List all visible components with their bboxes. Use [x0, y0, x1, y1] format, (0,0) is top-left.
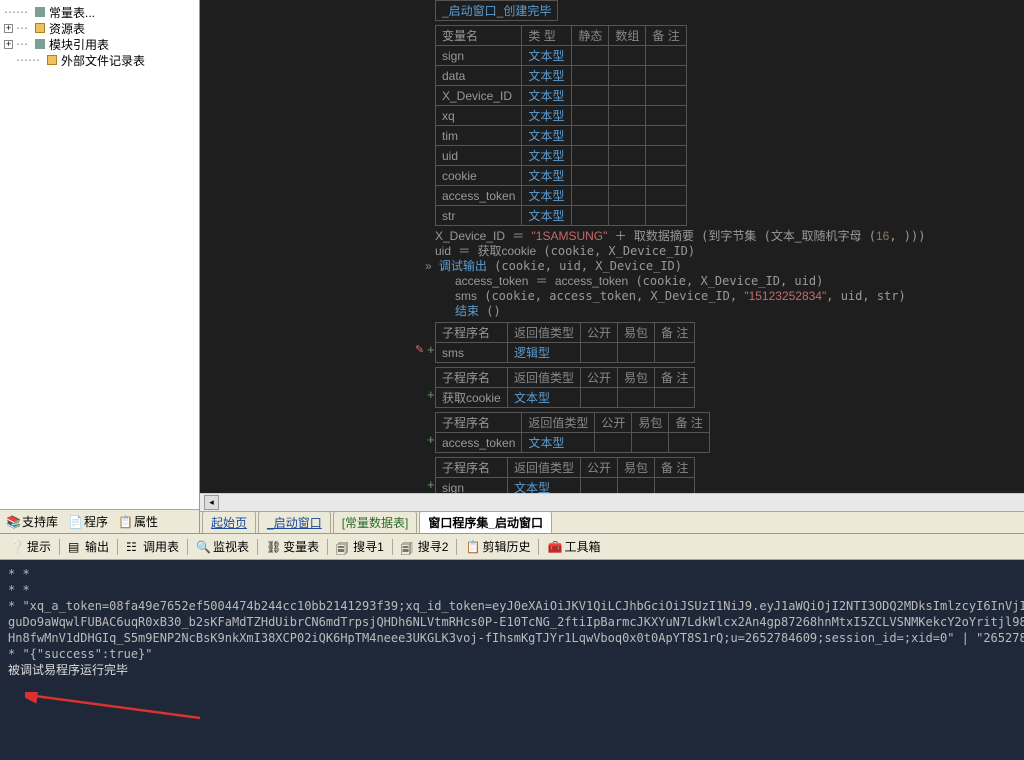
code-line[interactable]: uid ＝ 获取cookie (cookie, X_Device_ID) — [435, 243, 1024, 258]
bt-vars[interactable]: ⛓变量表 — [262, 536, 323, 557]
table-row[interactable]: data文本型 — [436, 66, 687, 86]
call-icon: ☷ — [126, 540, 140, 554]
doc-icon: 📄 — [68, 515, 82, 529]
output-icon: ▤ — [68, 540, 82, 554]
console-line: * * — [8, 566, 1016, 582]
console-line: * "{"success":true}" — [8, 646, 1016, 662]
link-icon: ⛓ — [266, 540, 280, 554]
table-row[interactable]: uid文本型 — [436, 146, 687, 166]
plus-icon[interactable]: + — [427, 343, 435, 357]
list-icon: 📋 — [118, 515, 132, 529]
console-line: 被调试易程序运行完毕 — [8, 662, 1016, 678]
table-row[interactable]: cookie文本型 — [436, 166, 687, 186]
right-panel: _启动窗口_创建完毕 变量名 类 型 静态 数组 备 注 sign文本型data… — [200, 0, 1024, 533]
book-icon: 📚 — [6, 515, 20, 529]
plus-icon[interactable]: + — [427, 478, 435, 492]
table-row[interactable]: X_Device_ID文本型 — [436, 86, 687, 106]
editor-tabs: 起始页 _启动窗口 [常量数据表] 窗口程序集_启动窗口 — [200, 511, 1024, 533]
clip-icon: 📋 — [465, 540, 479, 554]
bt-tips[interactable]: ❔提示 — [6, 536, 55, 557]
search-icon: 🔍 — [196, 540, 210, 554]
bt-call[interactable]: ☷调用表 — [122, 536, 183, 557]
bt-clipboard[interactable]: 📋剪辑历史 — [461, 536, 534, 557]
tab-support-lib[interactable]: 📚 支持库 — [2, 511, 62, 532]
question-icon: ❔ — [10, 540, 24, 554]
tab-window-assembly[interactable]: 窗口程序集_启动窗口 — [419, 511, 552, 533]
tab-main-window[interactable]: _启动窗口 — [258, 511, 331, 533]
find-icon: 🗐 — [401, 540, 415, 554]
horizontal-scrollbar[interactable]: ◂ — [200, 493, 1024, 511]
table-row[interactable]: tim文本型 — [436, 126, 687, 146]
expand-icon[interactable]: + — [4, 24, 13, 33]
code-line[interactable]: access_token ＝ access_token (cookie, X_D… — [435, 273, 1024, 288]
tree-item-resources[interactable]: + ⋯ 资源表 — [2, 20, 197, 36]
plus-icon[interactable]: + — [427, 433, 435, 447]
code-line[interactable]: sms (cookie, access_token, X_Device_ID, … — [435, 288, 1024, 303]
console-line: * "xq_a_token=08fa49e7652ef5004474b244cc… — [8, 598, 1016, 614]
code-line[interactable]: 结束 () — [435, 303, 1024, 318]
scroll-left-icon[interactable]: ◂ — [204, 495, 219, 510]
tree-item-modules[interactable]: + ⋯ 模块引用表 — [2, 36, 197, 52]
pencil-icon: ✎ — [415, 343, 424, 356]
bottom-toolbar: ❔提示 ▤输出 ☷调用表 🔍监视表 ⛓变量表 🗐搜寻1 🗐搜寻2 📋剪辑历史 🧰… — [0, 534, 1024, 560]
code-editor[interactable]: _启动窗口_创建完毕 变量名 类 型 静态 数组 备 注 sign文本型data… — [200, 0, 1024, 493]
table-row[interactable]: sign文本型 — [436, 46, 687, 66]
console-line: Hn8fwMnV1dDHGIq_S5m9ENP2NcBsK9nkXmI38XCP… — [8, 630, 1016, 646]
console-line: guDo9aWqwlFUBAC6uqR0xB30_b2sKFaMdTZHdUib… — [8, 614, 1016, 630]
sub-table-sms[interactable]: 子程序名返回值类型公开易包备 注 sms逻辑型 — [435, 322, 695, 363]
bt-toolbox[interactable]: 🧰工具箱 — [543, 536, 604, 557]
tab-properties[interactable]: 📋 属性 — [114, 511, 162, 532]
bt-search2[interactable]: 🗐搜寻2 — [397, 536, 453, 557]
sub-table-sign[interactable]: 子程序名返回值类型公开易包备 注 sign文本型 — [435, 457, 695, 493]
tab-program[interactable]: 📄 程序 — [64, 511, 112, 532]
tab-start-page[interactable]: 起始页 — [202, 511, 256, 533]
sub-table-token[interactable]: 子程序名返回值类型公开易包备 注 access_token文本型 — [435, 412, 710, 453]
bt-output[interactable]: ▤输出 — [64, 536, 113, 557]
tree-item-constants[interactable]: ⋯⋯ 常量表... — [2, 4, 197, 20]
left-panel: ⋯⋯ 常量表... + ⋯ 资源表 + ⋯ 模块引用表 ⋯⋯ 外部文件记录表 — [0, 0, 200, 533]
table-row[interactable]: str文本型 — [436, 206, 687, 226]
expand-icon[interactable]: + — [4, 40, 13, 49]
table-row[interactable]: access_token文本型 — [436, 186, 687, 206]
left-bottom-tabs: 📚 支持库 📄 程序 📋 属性 — [0, 509, 199, 533]
tree-item-external[interactable]: ⋯⋯ 外部文件记录表 — [2, 52, 197, 68]
sub-table-cookie[interactable]: 子程序名返回值类型公开易包备 注 获取cookie文本型 — [435, 367, 695, 408]
tab-const-data[interactable]: [常量数据表] — [333, 511, 418, 533]
console-line: * * — [8, 582, 1016, 598]
tools-icon: 🧰 — [547, 540, 561, 554]
variable-table[interactable]: 变量名 类 型 静态 数组 备 注 sign文本型data文本型X_Device… — [435, 25, 687, 226]
find-icon: 🗐 — [336, 540, 350, 554]
code-line[interactable]: » 调试输出 (cookie, uid, X_Device_ID) — [425, 258, 1024, 273]
bt-search1[interactable]: 🗐搜寻1 — [332, 536, 388, 557]
grid-icon — [34, 23, 46, 33]
cube-icon — [34, 7, 46, 17]
grid-icon — [46, 55, 58, 65]
plus-icon[interactable]: + — [427, 388, 435, 402]
console-output[interactable]: * * * * * "xq_a_token=08fa49e7652ef50044… — [0, 560, 1024, 760]
code-line[interactable]: X_Device_ID ＝ "1SAMSUNG" ＋ 取数据摘要 (到字节集 (… — [435, 228, 1024, 243]
tree-view[interactable]: ⋯⋯ 常量表... + ⋯ 资源表 + ⋯ 模块引用表 ⋯⋯ 外部文件记录表 — [0, 0, 199, 509]
annotation-arrow — [25, 692, 205, 722]
cube-icon — [34, 39, 46, 49]
gutter — [200, 0, 218, 493]
table-row[interactable]: xq文本型 — [436, 106, 687, 126]
bt-watch[interactable]: 🔍监视表 — [192, 536, 253, 557]
header-table: _启动窗口_创建完毕 — [435, 0, 558, 21]
